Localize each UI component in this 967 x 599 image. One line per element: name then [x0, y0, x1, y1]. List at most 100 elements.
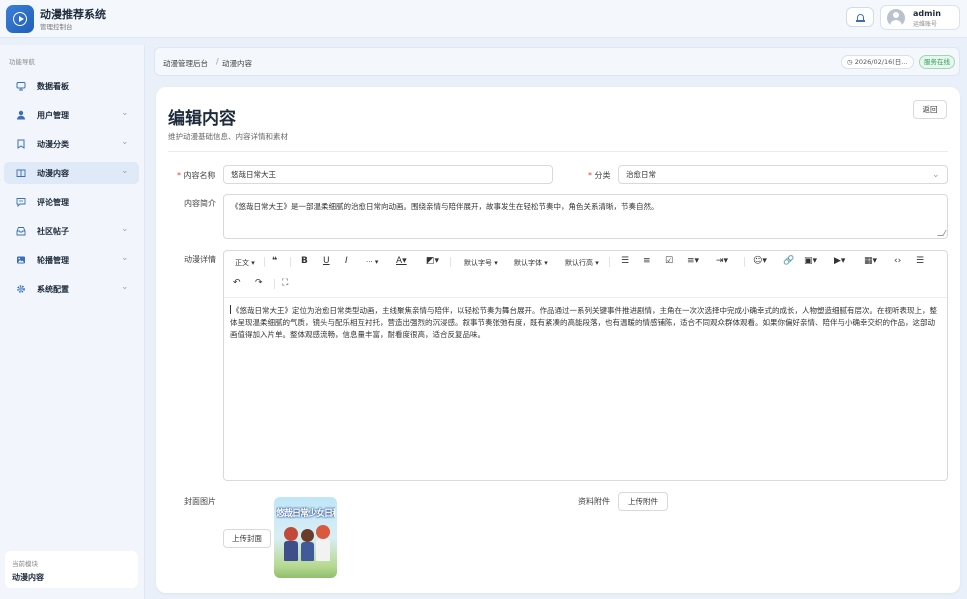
align-icon[interactable]: ≡▾	[687, 256, 699, 266]
italic-icon[interactable]: I	[345, 256, 348, 266]
editor-toolbar: 正文 ▾ ❝ B U I ··· ▾ A▾ ◩▾ 默认字号 ▾ 默认字体 ▾ 默…	[224, 251, 947, 298]
app-logo	[6, 5, 34, 33]
underline-icon[interactable]: U	[323, 256, 330, 266]
sidebar-item-comments[interactable]: 评论管理	[4, 191, 139, 213]
numbered-list-icon[interactable]: ≡	[643, 256, 651, 266]
sidebar-item-label: 用户管理	[37, 111, 69, 120]
resize-handle-icon[interactable]	[937, 230, 947, 236]
current-module: 当前模块 动漫内容	[5, 551, 138, 588]
more-format-button[interactable]: ··· ▾	[366, 258, 378, 266]
current-module-label: 当前模块	[12, 560, 38, 568]
date-text: 2026/02/16(日...	[854, 58, 908, 66]
chevron-down-icon: ⌄	[121, 137, 129, 147]
image-icon	[17, 256, 25, 264]
summary-text: 《悠哉日常大王》是一部温柔细腻的治愈日常向动画。围绕亲情与陪伴展开，故事发生在轻…	[231, 202, 659, 211]
bold-icon[interactable]: B	[301, 256, 308, 266]
breadcrumb-separator: /	[216, 57, 219, 66]
sidebar-item-content[interactable]: 动漫内容 ⌄	[4, 162, 139, 184]
editor-content[interactable]: 《悠哉日常大王》定位为治愈日常类型动画，主线聚焦亲情与陪伴，以轻松节奏为舞台展开…	[230, 305, 942, 341]
link-icon[interactable]: 🔗	[783, 256, 794, 266]
sidebar-item-label: 动漫内容	[37, 169, 69, 178]
chevron-down-icon: ⌄	[121, 166, 129, 176]
page-subtitle: 维护动漫基础信息、内容详情和素材	[168, 132, 288, 141]
notification-button[interactable]	[846, 7, 874, 27]
category-label: * 分类	[588, 171, 611, 180]
undo-icon[interactable]: ↶	[233, 278, 241, 288]
category-value: 治愈日常	[626, 170, 656, 179]
chevron-down-icon: ⌄	[121, 253, 129, 263]
attachment-label: 资料附件	[578, 497, 610, 506]
font-size-select[interactable]: 默认字号 ▾	[464, 258, 498, 268]
chevron-down-icon: ⌄	[121, 282, 129, 292]
emoji-icon[interactable]: ☺▾	[753, 256, 767, 266]
sidebar: 功能导航 数据看板 用户管理 ⌄ 动漫分类 ⌄ 动漫内容 ⌄ 评论管理 社区帖子…	[0, 45, 145, 599]
line-height-select[interactable]: 默认行高 ▾	[565, 258, 599, 268]
name-label: * 内容名称	[177, 171, 216, 180]
inbox-icon	[16, 227, 26, 236]
quote-icon[interactable]: ❝	[272, 256, 277, 266]
table-icon[interactable]: ▦▾	[864, 256, 877, 266]
comment-icon	[16, 198, 26, 207]
font-color-icon[interactable]: A▾	[396, 256, 407, 266]
background-color-icon[interactable]: ◩▾	[426, 256, 439, 266]
upload-attachment-button[interactable]: 上传附件	[618, 492, 668, 511]
bookmark-icon	[17, 139, 25, 149]
video-icon[interactable]: ▶▾	[834, 256, 845, 266]
chevron-down-icon: ⌄	[121, 108, 129, 118]
back-button[interactable]: 返回	[913, 100, 947, 119]
sidebar-item-categories[interactable]: 动漫分类 ⌄	[4, 133, 139, 155]
play-icon	[13, 12, 27, 26]
category-select[interactable]: 治愈日常 ⌄	[618, 165, 948, 184]
summary-label: 内容简介	[184, 199, 216, 208]
clock-icon: ◷	[847, 58, 853, 66]
redo-icon[interactable]: ↷	[255, 278, 263, 288]
sidebar-item-label: 评论管理	[37, 198, 69, 207]
top-bar: 动漫推荐系统 管理控制台 admin 运维账号	[0, 0, 967, 38]
sidebar-item-settings[interactable]: 系统配置 ⌄	[4, 278, 139, 300]
dashboard-icon	[16, 82, 26, 91]
bell-icon	[855, 13, 865, 22]
sidebar-item-label: 轮播管理	[37, 256, 69, 265]
date-badge: ◷ 2026/02/16(日...	[841, 55, 914, 69]
edit-content-card: 编辑内容 维护动漫基础信息、内容详情和素材 返回 * 内容名称 悠哉日常大王 *…	[156, 87, 960, 593]
detail-label: 动漫详情	[184, 255, 216, 264]
summary-textarea[interactable]: 《悠哉日常大王》是一部温柔细腻的治愈日常向动画。围绕亲情与陪伴展开，故事发生在轻…	[223, 194, 948, 239]
sidebar-item-posts[interactable]: 社区帖子 ⌄	[4, 220, 139, 242]
upload-cover-button[interactable]: 上传封面	[223, 529, 271, 548]
app-title: 动漫推荐系统	[40, 8, 106, 21]
user-menu[interactable]: admin 运维账号	[880, 5, 960, 30]
user-role: 运维账号	[913, 21, 938, 28]
font-family-select[interactable]: 默认字体 ▾	[514, 258, 548, 268]
sidebar-item-label: 系统配置	[37, 285, 69, 294]
cover-label: 封面图片	[184, 497, 216, 506]
paragraph-select[interactable]: 正文 ▾	[235, 258, 255, 268]
fullscreen-icon[interactable]: ⛶	[282, 278, 288, 288]
sidebar-item-dashboard[interactable]: 数据看板	[4, 75, 139, 97]
sidebar-item-label: 数据看板	[37, 82, 69, 91]
todo-list-icon[interactable]: ☑	[665, 256, 673, 266]
sidebar-item-label: 社区帖子	[37, 227, 69, 236]
divider-icon[interactable]: ☰	[916, 256, 924, 266]
cover-image: 悠哉日常少女日和	[274, 497, 337, 578]
sidebar-item-users[interactable]: 用户管理 ⌄	[4, 104, 139, 126]
user-name: admin	[913, 9, 941, 18]
bullet-list-icon[interactable]: ☰	[621, 256, 629, 266]
indent-icon[interactable]: ⇥▾	[716, 256, 728, 266]
code-icon[interactable]: ‹›	[894, 256, 901, 266]
app-subtitle: 管理控制台	[40, 23, 73, 31]
cover-image-title: 悠哉日常少女日和	[276, 509, 335, 519]
name-input[interactable]: 悠哉日常大王	[223, 165, 553, 184]
rich-text-editor: 正文 ▾ ❝ B U I ··· ▾ A▾ ◩▾ 默认字号 ▾ 默认字体 ▾ 默…	[223, 250, 948, 481]
breadcrumb-item-home[interactable]: 动漫管理后台	[163, 58, 208, 69]
breadcrumb-item-current: 动漫内容	[222, 59, 252, 68]
book-icon	[16, 169, 26, 178]
gear-icon	[17, 285, 25, 293]
current-module-value: 动漫内容	[12, 573, 44, 582]
breadcrumb: 动漫管理后台 / 动漫内容 ◷ 2026/02/16(日... 服务在线	[154, 47, 960, 76]
avatar	[887, 9, 905, 27]
page-title: 编辑内容	[168, 109, 236, 129]
chevron-down-icon: ⌄	[932, 170, 940, 180]
status-badge: 服务在线	[919, 55, 955, 69]
sidebar-item-carousel[interactable]: 轮播管理 ⌄	[4, 249, 139, 271]
image-insert-icon[interactable]: ▣▾	[804, 256, 817, 266]
